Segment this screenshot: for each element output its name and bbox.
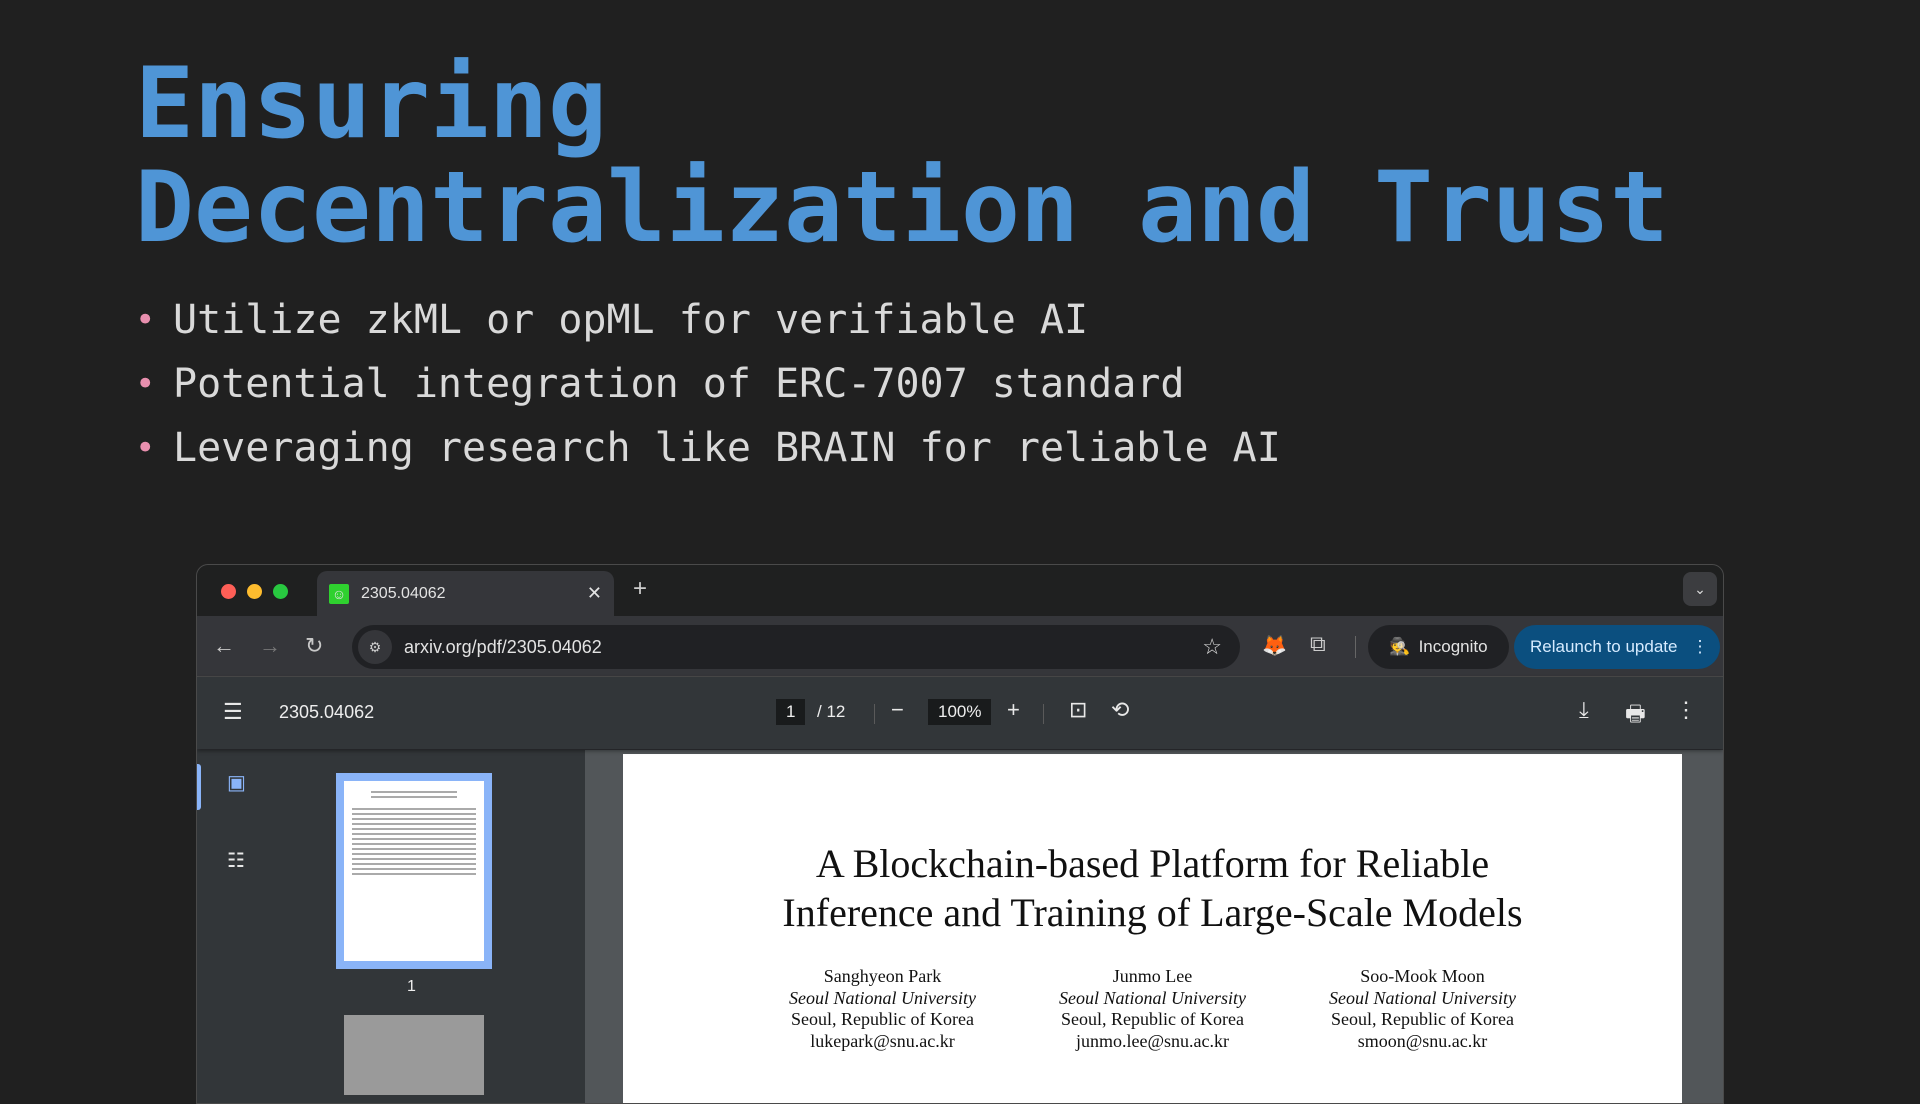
bullet-list: • Utilize zkML or opML for verifiable AI … [135,288,1281,480]
bullet-item: • Potential integration of ERC-7007 stand… [135,352,1281,416]
close-window-button[interactable] [221,584,236,599]
outline-list-icon[interactable]: ☷ [227,848,245,873]
site-settings-icon[interactable]: ⚙ [358,630,392,664]
author-block: Sanghyeon Park Seoul National University S… [783,966,983,1052]
relaunch-label: Relaunch to update [1530,637,1678,656]
author-affiliation: Seoul National University [789,987,976,1008]
maximize-window-button[interactable] [273,584,288,599]
page-thumbnail-1[interactable] [336,773,492,969]
browser-window: ☺ 2305.04062 ✕ + ⌄ ← → ↻ ⚙ arxiv.org/pdf/23… [196,564,1724,1104]
paper-title: A Blockchain-based Platform for Reliable… [623,839,1682,937]
new-tab-button[interactable]: + [633,575,647,603]
incognito-label: Incognito [1418,637,1488,656]
fit-to-page-icon[interactable]: ⊡ [1069,697,1087,723]
tab-search-chevron-down-icon[interactable]: ⌄ [1683,572,1717,606]
author-name: Soo-Mook Moon [1360,966,1485,986]
reload-icon[interactable]: ↻ [305,633,323,659]
bullet-icon: • [135,364,156,404]
metamask-fox-icon[interactable]: 🦊 [1262,633,1287,658]
bullet-icon: • [135,300,156,340]
sidebar-menu-icon[interactable]: ☰ [223,699,243,725]
divider [874,704,875,724]
page-thumbnail-2[interactable] [344,1015,484,1095]
rotate-icon[interactable]: ⟲ [1111,697,1129,723]
page-number-input[interactable]: 1 [776,699,806,725]
zoom-out-icon[interactable]: − [891,697,904,723]
author-email: junmo.lee@snu.ac.kr [1075,1030,1230,1051]
author-list: Sanghyeon Park Seoul National University S… [623,966,1682,1052]
title-line-2: Decentralization and Trust [135,151,1670,265]
author-name: Junmo Lee [1112,966,1193,986]
thumbnails-image-icon[interactable]: ▣ [227,770,246,795]
author-location: Seoul, Republic of Korea [1331,1009,1514,1029]
active-indicator [197,764,201,810]
more-actions-icon[interactable]: ⋮ [1675,697,1697,723]
address-bar[interactable]: ⚙ arxiv.org/pdf/2305.04062 ☆ [352,625,1240,669]
url-text[interactable]: arxiv.org/pdf/2305.04062 [404,637,602,658]
tab-title: 2305.04062 [361,584,446,602]
incognito-button[interactable]: 🕵 Incognito [1368,625,1509,669]
author-affiliation: Seoul National University [1329,987,1516,1008]
zoom-level-input[interactable]: 100% [928,699,992,725]
forward-arrow-icon[interactable]: → [259,633,281,659]
back-arrow-icon[interactable]: ← [213,633,235,659]
bullet-text: Potential integration of ERC-7007 standa… [173,361,1185,407]
author-name: Sanghyeon Park [823,966,942,986]
author-affiliation: Seoul National University [1059,987,1246,1008]
thumbnail-page-label: 1 [407,978,416,995]
bullet-text: Leveraging research like BRAIN for relia… [173,425,1281,471]
tab-bar: ☺ 2305.04062 ✕ + ⌄ [197,565,1723,616]
close-tab-icon[interactable]: ✕ [587,583,602,604]
incognito-icon: 🕵 [1389,637,1411,656]
more-vert-icon[interactable]: ⋮ [1691,637,1708,657]
browser-toolbar: ← → ↻ ⚙ arxiv.org/pdf/2305.04062 ☆ 🦊 ⧉ 🕵 In… [197,616,1723,677]
paper-title-line: A Blockchain-based Platform for Reliable [815,841,1490,886]
download-icon[interactable]: ⤓ [1579,697,1589,723]
minimize-window-button[interactable] [247,584,262,599]
bullet-item: • Leveraging research like BRAIN for reli… [135,416,1281,480]
relaunch-to-update-button[interactable]: Relaunch to update ⋮ [1514,625,1720,669]
favicon-smiley-icon: ☺ [329,583,349,604]
bullet-text: Utilize zkML or opML for verifiable AI [173,297,1089,343]
author-email: smoon@snu.ac.kr [1357,1030,1488,1051]
author-block: Soo-Mook Moon Seoul National University Se… [1323,966,1523,1052]
author-block: Junmo Lee Seoul National University Seoul,… [1053,966,1253,1052]
tab-active[interactable]: ☺ 2305.04062 ✕ [317,571,614,616]
thumbnail-sidebar: ▣ ☷ 1 [197,750,585,1103]
pdf-page: A Blockchain-based Platform for Reliable… [623,754,1682,1103]
total-pages: / 12 [817,702,846,721]
pdf-toolbar: ☰ 2305.04062 1 / 12 − 100% + ⊡ ⟲ ⤓ 🖶 ⋮ [197,677,1723,749]
print-icon[interactable]: 🖶 [1625,697,1646,735]
author-location: Seoul, Republic of Korea [1061,1009,1244,1029]
bookmark-star-icon[interactable]: ☆ [1202,634,1222,660]
zoom-in-icon[interactable]: + [1007,697,1020,723]
paper-title-line: Inference and Training of Large-Scale Mo… [782,890,1523,935]
author-email: lukepark@snu.ac.kr [810,1030,955,1051]
author-location: Seoul, Republic of Korea [791,1009,974,1029]
pdf-document-title: 2305.04062 [279,702,375,722]
extensions-puzzle-icon[interactable]: ⧉ [1310,631,1326,657]
bullet-icon: • [135,428,156,468]
pdf-viewer: A Blockchain-based Platform for Reliable… [585,750,1723,1103]
divider [1355,636,1356,658]
divider [1043,704,1044,724]
slide-title: Ensuring Decentralization and Trust [135,52,1669,260]
bullet-item: • Utilize zkML or opML for verifiable AI [135,288,1281,352]
title-line-1: Ensuring [135,47,608,161]
